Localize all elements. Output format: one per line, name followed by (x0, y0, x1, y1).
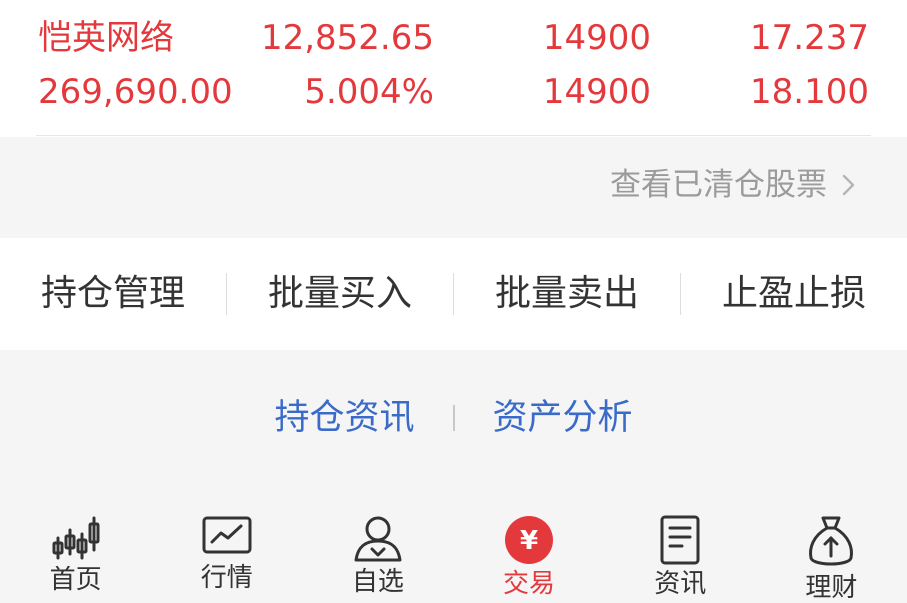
holding-row-bottom: 269,690.00 5.004% 14900 18.100 (0, 67, 907, 117)
tab-news-label: 资讯 (654, 569, 707, 599)
document-icon (660, 515, 700, 565)
holding-card[interactable]: 恺英网络 12,852.65 14900 17.237 269,690.00 5… (0, 0, 907, 137)
position-management-button[interactable]: 持仓管理 (0, 238, 226, 350)
tab-watchlist-label: 自选 (351, 567, 404, 597)
batch-sell-button[interactable]: 批量卖出 (454, 238, 680, 350)
yen-circle-icon: ¥ (505, 516, 554, 564)
tab-market-label: 行情 (200, 563, 253, 593)
tab-home-label: 首页 (49, 565, 102, 595)
profit-loss: 269,690.00 (38, 72, 233, 112)
stock-name: 恺英网络 (38, 18, 174, 58)
svg-text:¥: ¥ (520, 526, 538, 556)
tab-news[interactable]: 资讯 (605, 500, 756, 599)
profit-loss-percent: 5.004% (304, 72, 434, 112)
tab-wealth-label: 理财 (805, 573, 858, 603)
stop-profit-loss-button[interactable]: 止盈止损 (681, 238, 907, 350)
position-news-link[interactable]: 持仓资讯 (236, 392, 452, 444)
chart-monitor-icon (202, 516, 252, 554)
subtab-links: 持仓资讯 资产分析 (0, 392, 907, 444)
tab-trade-label: 交易 (503, 569, 556, 599)
tab-wealth[interactable]: 理财 (756, 500, 907, 603)
tab-watchlist[interactable]: 自选 (302, 500, 453, 597)
row-divider (36, 135, 871, 136)
tab-home[interactable]: 首页 (0, 500, 151, 595)
available-qty: 14900 (542, 72, 651, 112)
current-price: 17.237 (750, 18, 869, 58)
view-cleared-stocks-link[interactable]: 查看已清仓股票 (610, 162, 859, 208)
position-actions-bar: 持仓管理 批量买入 批量卖出 止盈止损 (0, 238, 907, 350)
tab-market[interactable]: 行情 (151, 500, 302, 593)
asset-analysis-link[interactable]: 资产分析 (455, 392, 671, 444)
market-value: 12,852.65 (260, 18, 434, 58)
cost-price: 18.100 (750, 72, 869, 112)
bottom-tab-bar: 首页 行情 自选 ¥ 交易 资讯 理财 (0, 500, 907, 603)
tab-trade[interactable]: ¥ 交易 (453, 500, 604, 599)
candlestick-icon (52, 516, 100, 560)
position-qty: 14900 (542, 18, 651, 58)
money-bag-icon (809, 516, 854, 566)
chevron-right-icon (842, 174, 855, 196)
batch-buy-button[interactable]: 批量买入 (227, 238, 453, 350)
holding-row-top: 恺英网络 12,852.65 14900 17.237 (0, 13, 907, 63)
view-cleared-stocks-label: 查看已清仓股票 (610, 167, 827, 203)
user-icon (354, 516, 402, 562)
